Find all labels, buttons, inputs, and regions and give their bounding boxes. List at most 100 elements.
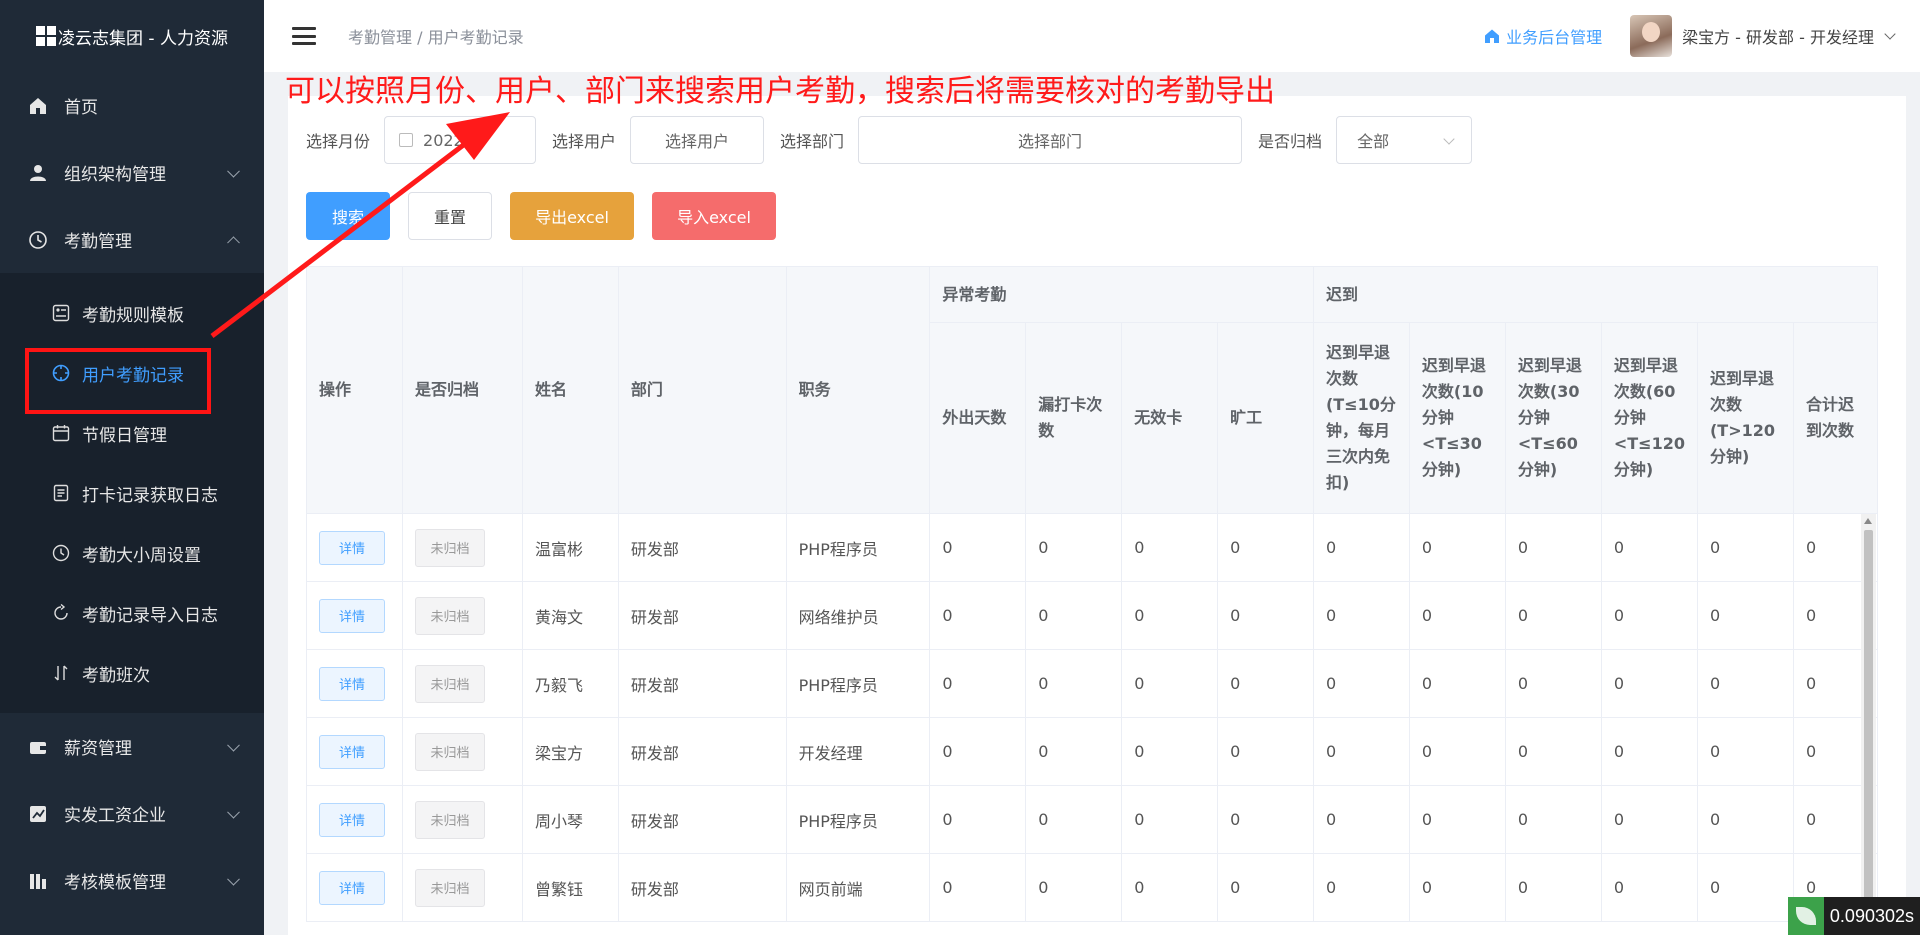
cell-value: 0 <box>1408 513 1506 582</box>
cell-value: 0 <box>1696 785 1794 854</box>
sidebar-item-assessment[interactable]: 考核模板管理 <box>0 847 264 914</box>
sidebar-item-shift[interactable]: 考勤班次 <box>0 643 264 703</box>
detail-button[interactable]: 详情 <box>319 666 385 701</box>
chevron-down-icon <box>227 164 240 178</box>
sidebar-item-attendance[interactable]: 考勤管理 <box>0 206 264 273</box>
cell-dept: 研发部 <box>617 785 787 854</box>
sidebar: 凌云志集团 - 人力资源 首页 组织架构管理 考勤管理 考勤规则模板 用户考勤记… <box>0 0 264 935</box>
leaf-logo-icon <box>1787 897 1824 935</box>
sidebar-item-label: 考勤大小周设置 <box>82 545 201 566</box>
sidebar-item-label: 首页 <box>64 98 98 118</box>
scrollbar-thumb[interactable] <box>1864 530 1873 935</box>
detail-button[interactable]: 详情 <box>319 734 385 769</box>
cell-name: 温富彬 <box>521 513 619 582</box>
cell-position: PHP程序员 <box>785 649 931 718</box>
cell-value: 0 <box>1696 717 1794 786</box>
col-archived: 是否归档 <box>401 266 523 514</box>
timer-badge: 0.090302s <box>1787 897 1920 935</box>
dept-select[interactable]: 选择部门 <box>858 116 1243 164</box>
cell-value: 0 <box>1408 853 1506 922</box>
col-op: 操作 <box>306 266 403 514</box>
table-scrollbar[interactable] <box>1861 514 1876 935</box>
sidebar-item-label: 组织架构管理 <box>64 165 166 185</box>
detail-button[interactable]: 详情 <box>319 530 385 565</box>
table-row: 详情 未归档 曾繁钰 研发部 网页前端 0 0 0 0 0 0 0 0 0 0 <box>306 853 1878 922</box>
table-row: 详情 未归档 周小琴 研发部 PHP程序员 0 0 0 0 0 0 0 0 0 0 <box>306 785 1878 854</box>
sidebar-item-label: 考勤班次 <box>82 665 150 686</box>
cell-value: 0 <box>929 513 1027 582</box>
archive-status-tag: 未归档 <box>414 800 485 839</box>
archive-select[interactable]: 全部 <box>1336 116 1473 164</box>
user-label: 选择用户 <box>552 132 617 151</box>
biz-admin-link[interactable]: 业务后台管理 <box>1484 24 1602 48</box>
attendance-submenu: 考勤规则模板 用户考勤记录 节假日管理 打卡记录获取日志 考勤大小周设置 考勤记… <box>0 273 264 713</box>
reset-button[interactable]: 重置 <box>408 192 492 240</box>
cell-dept: 研发部 <box>617 717 787 786</box>
sidebar-item-payroll[interactable]: 实发工资企业 <box>0 780 264 847</box>
cell-value: 0 <box>1408 785 1506 854</box>
cell-value: 0 <box>1217 717 1314 786</box>
cell-value: 0 <box>929 717 1027 786</box>
cell-value: 0 <box>1025 717 1123 786</box>
col-dept: 部门 <box>617 266 787 514</box>
detail-button[interactable]: 详情 <box>319 870 385 905</box>
cell-name: 黄海文 <box>521 581 619 650</box>
export-excel-button[interactable]: 导出excel <box>510 192 634 240</box>
sidebar-item-org[interactable]: 组织架构管理 <box>0 139 264 206</box>
sidebar-item-salary[interactable]: 薪资管理 <box>0 713 264 780</box>
brand-title: 凌云志集团 - 人力资源 <box>58 28 228 49</box>
user-select[interactable]: 选择用户 <box>630 116 765 164</box>
refresh-icon <box>54 604 68 620</box>
cell-dept: 研发部 <box>617 853 787 922</box>
cell-value: 0 <box>1696 853 1794 922</box>
archive-value: 全部 <box>1357 132 1390 151</box>
cell-value: 0 <box>1600 853 1698 922</box>
breadcrumb: 考勤管理 / 用户考勤记录 <box>348 28 524 47</box>
cell-value: 0 <box>1312 717 1410 786</box>
sidebar-item-punch-log[interactable]: 打卡记录获取日志 <box>0 463 264 523</box>
col-late-over: 迟到早退次数(T>120分钟) <box>1696 322 1794 514</box>
sidebar-item-home[interactable]: 首页 <box>0 72 264 139</box>
cell-archived: 未归档 <box>401 581 523 650</box>
cell-archived: 未归档 <box>401 513 523 582</box>
calendar-icon <box>52 425 70 442</box>
grid-logo-icon <box>36 26 56 46</box>
detail-button[interactable]: 详情 <box>319 598 385 633</box>
archive-status-tag: 未归档 <box>414 528 485 567</box>
cell-name: 梁宝方 <box>521 717 619 786</box>
sidebar-item-rules-template[interactable]: 考勤规则模板 <box>0 283 264 343</box>
col-late-total: 合计迟到次数 <box>1792 322 1878 514</box>
chevron-down-icon <box>227 805 240 819</box>
scroll-up-icon[interactable] <box>1864 518 1872 524</box>
sidebar-item-label: 打卡记录获取日志 <box>82 485 218 506</box>
cell-position: 网络维护员 <box>785 581 931 650</box>
user-icon <box>30 164 46 181</box>
sidebar-item-week-setting[interactable]: 考勤大小周设置 <box>0 523 264 583</box>
cell-value: 0 <box>1312 853 1410 922</box>
cell-archived: 未归档 <box>401 785 523 854</box>
month-picker[interactable]: 2022 <box>384 116 537 164</box>
cell-value: 0 <box>1217 785 1314 854</box>
trend-icon <box>30 805 46 822</box>
avatar[interactable] <box>1630 15 1673 57</box>
chevron-up-icon <box>227 235 240 249</box>
header-right: 业务后台管理 梁宝方 - 研发部 - 开发经理 <box>1484 0 1896 72</box>
attendance-table: 操作 是否归档 姓名 部门 职务 异常考勤 迟到 外出天数 漏打卡次数 无效卡 … <box>306 266 1878 922</box>
cell-value: 0 <box>1696 581 1794 650</box>
home-icon <box>30 97 46 114</box>
detail-button[interactable]: 详情 <box>319 802 385 837</box>
dept-placeholder: 选择部门 <box>1018 132 1083 151</box>
chevron-down-icon[interactable] <box>1884 28 1896 40</box>
col-group-late: 迟到 <box>1312 266 1878 323</box>
menu-toggle-icon[interactable] <box>292 27 316 45</box>
user-name[interactable]: 梁宝方 - 研发部 - 开发经理 <box>1682 24 1874 48</box>
cell-archived: 未归档 <box>401 853 523 922</box>
annotation-text: 可以按照月份、用户、部门来搜索用户考勤，搜索后将需要核对的考勤导出 <box>285 74 1275 109</box>
import-excel-button[interactable]: 导入excel <box>652 192 776 240</box>
cell-op: 详情 <box>306 785 403 854</box>
search-button[interactable]: 搜索 <box>306 192 390 240</box>
chevron-down-icon <box>227 738 240 752</box>
col-name: 姓名 <box>521 266 619 514</box>
sidebar-item-import-log[interactable]: 考勤记录导入日志 <box>0 583 264 643</box>
cell-value: 0 <box>1121 581 1219 650</box>
